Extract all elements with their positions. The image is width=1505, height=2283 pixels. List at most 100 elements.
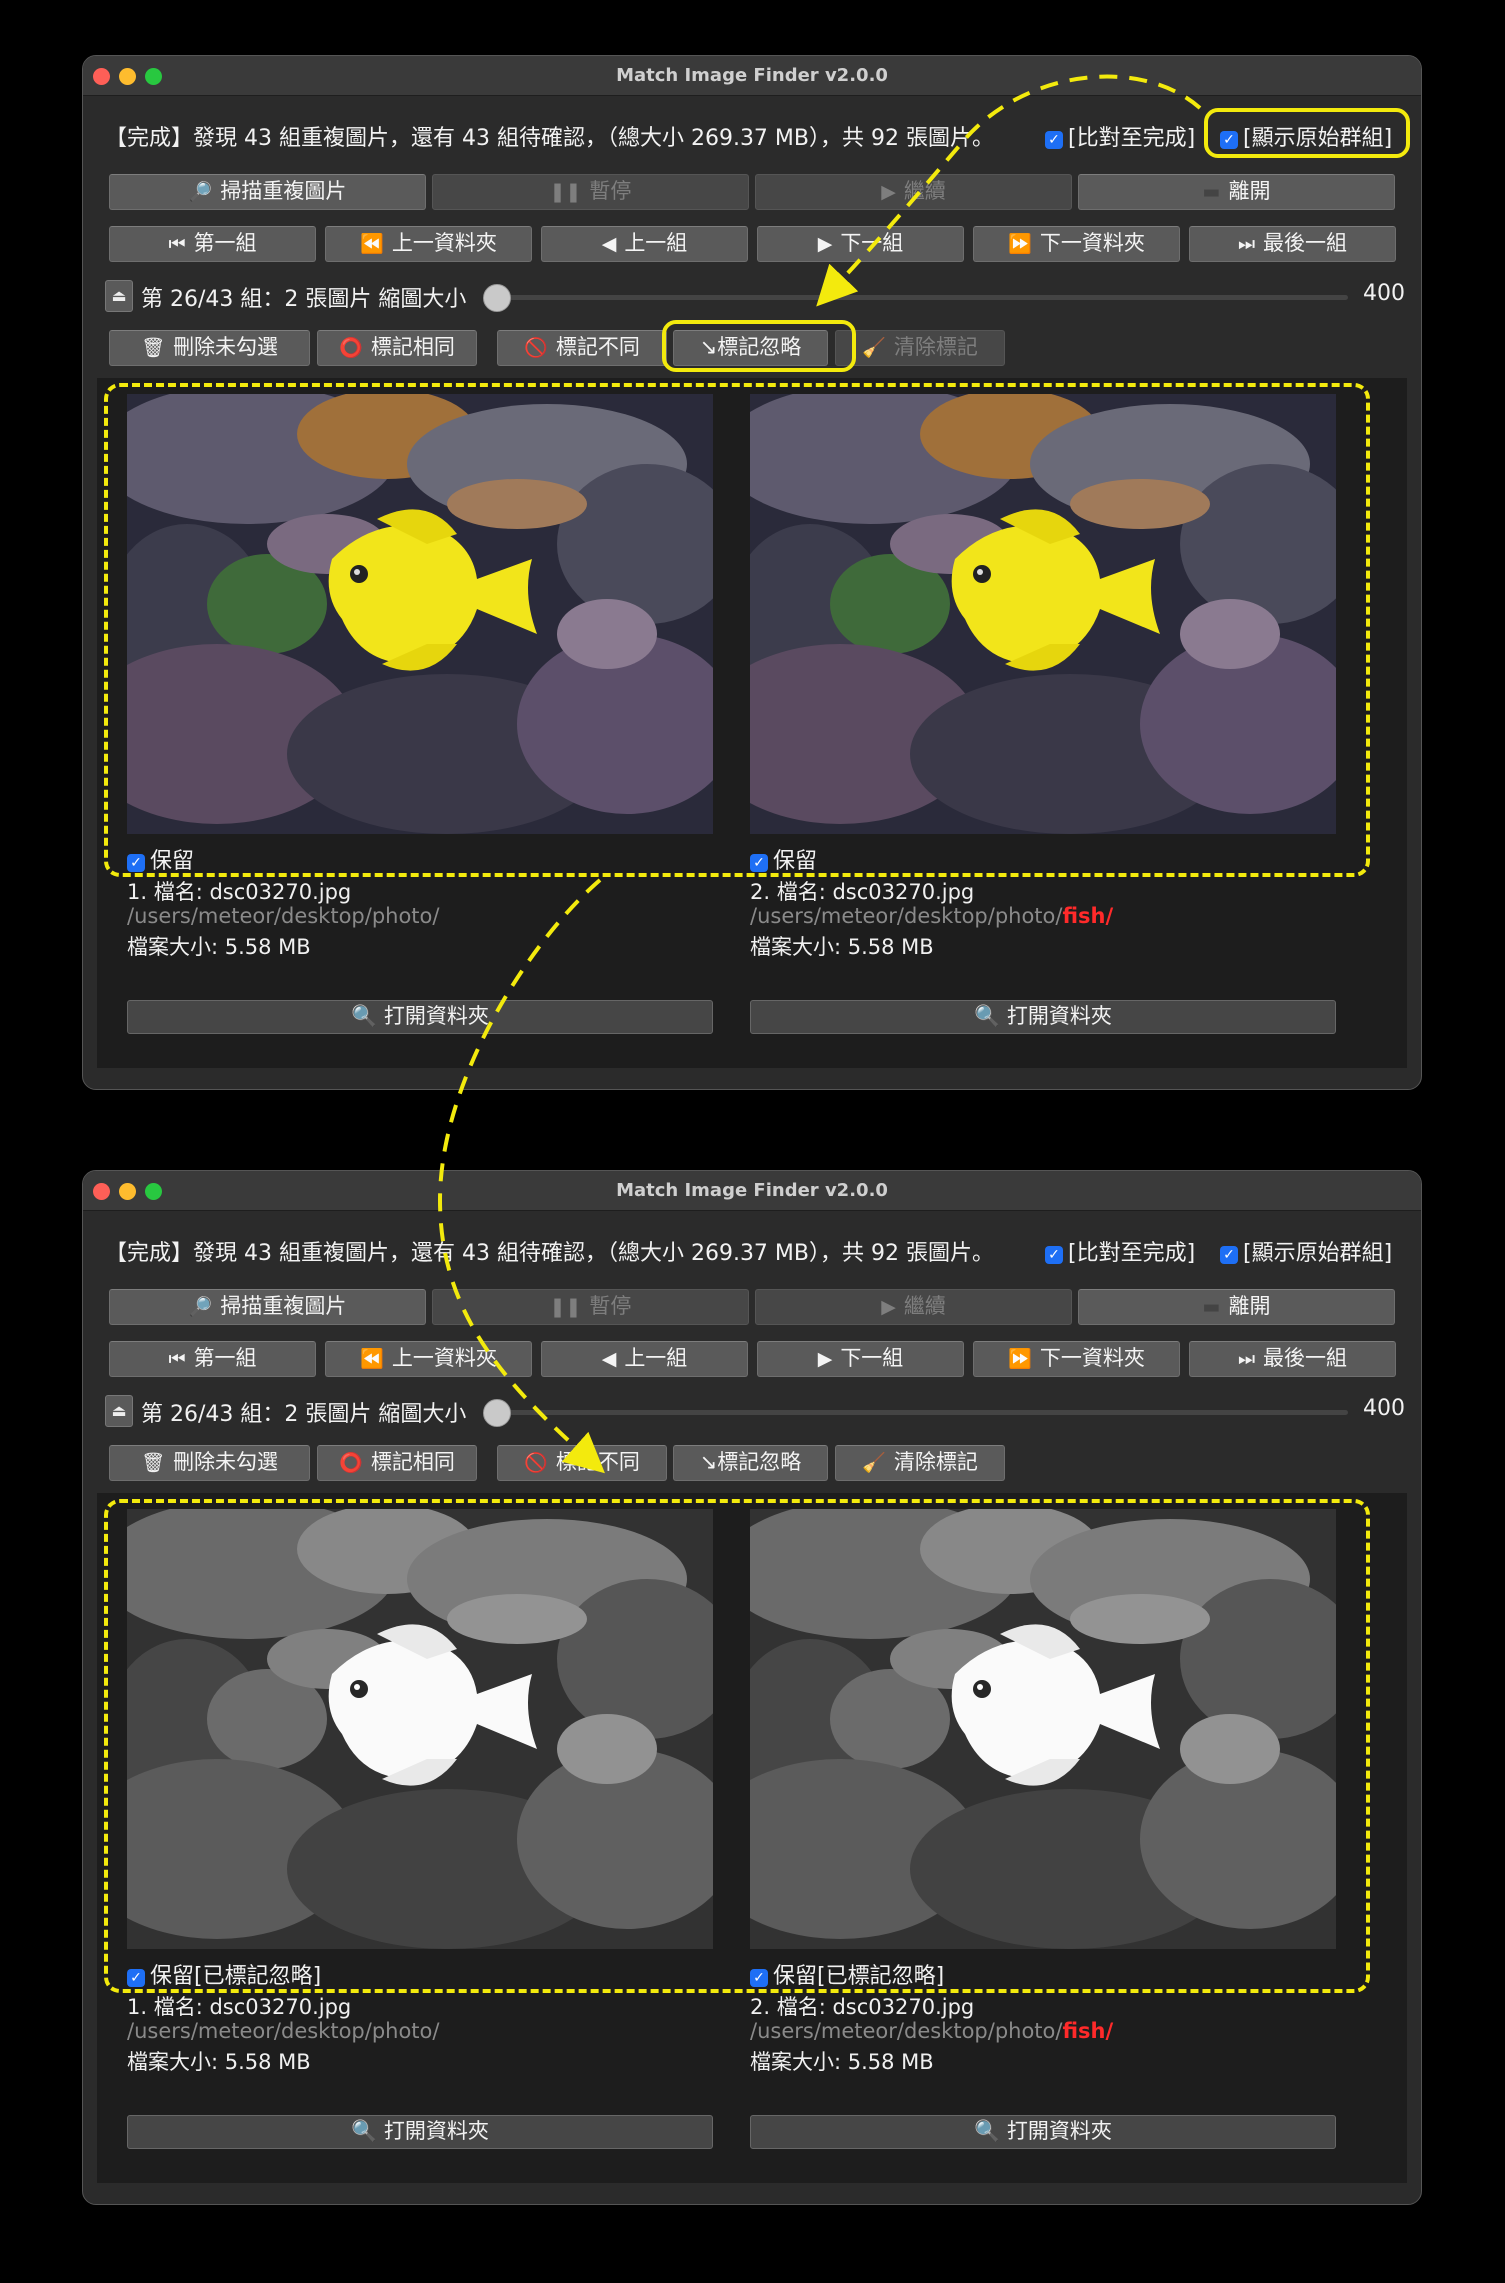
- button-label: 下一資料夾: [1039, 231, 1145, 255]
- file-path: /users/meteor/desktop/photo/fish/: [750, 904, 1113, 928]
- mark-ignore-button[interactable]: ↘標記忽略: [673, 1445, 828, 1481]
- slider-knob[interactable]: [483, 1399, 511, 1427]
- triangle-left-icon: ◀: [601, 1348, 617, 1370]
- eject-icon[interactable]: ⏏: [105, 280, 133, 312]
- next-folder-button[interactable]: ⏩ 下一資料夾: [973, 226, 1180, 262]
- fast-forward-icon: ⏩: [1008, 233, 1032, 255]
- scan-button[interactable]: 🔎 掃描重複圖片: [109, 1289, 426, 1325]
- prohibited-icon: 🚫: [524, 1452, 548, 1474]
- pause-icon: ❚❚: [549, 181, 582, 203]
- thumbnail-size-slider[interactable]: [488, 295, 1348, 300]
- title-bar: Match Image Finder v2.0.0: [83, 56, 1421, 96]
- button-label: 標記相同: [370, 1450, 455, 1474]
- thumbnail-size-value: 400: [1363, 281, 1405, 306]
- door-icon: ▬: [1202, 181, 1221, 203]
- play-icon: ▶: [881, 1296, 896, 1318]
- highlight-ring-show-groups: [1204, 108, 1410, 158]
- file-name: 2. 檔名: dsc03270.jpg: [750, 880, 975, 904]
- prev-group-button[interactable]: ◀ 上一組: [541, 1341, 748, 1377]
- broom-icon: 🧹: [862, 1452, 886, 1474]
- mark-same-button[interactable]: ⭕ 標記相同: [317, 330, 477, 366]
- next-group-button[interactable]: ▶ 下一組: [757, 226, 964, 262]
- file-name: 1. 檔名: dsc03270.jpg: [127, 880, 352, 904]
- highlight-ring-mark-ignore: [662, 320, 856, 372]
- first-group-button[interactable]: ⏮ 第一組: [109, 1341, 316, 1377]
- window-title: Match Image Finder v2.0.0: [616, 65, 888, 86]
- exit-button[interactable]: ▬ 離開: [1078, 1289, 1395, 1325]
- mark-different-button[interactable]: 🚫 標記不同: [497, 1445, 667, 1481]
- red-circle-icon: ⭕: [339, 1452, 363, 1474]
- prev-group-button[interactable]: ◀ 上一組: [541, 226, 748, 262]
- file-name: 1. 檔名: dsc03270.jpg: [127, 1995, 352, 2019]
- button-label: 第一組: [193, 1346, 257, 1370]
- button-label: 下一資料夾: [1039, 1346, 1145, 1370]
- button-label: 下一組: [840, 1346, 904, 1370]
- compare-until-done-checkbox[interactable]: ✓ [比對至完成]: [1045, 120, 1195, 152]
- magnifier-icon: 🔍: [351, 2119, 378, 2143]
- skip-last-icon: ⏭: [1237, 233, 1256, 255]
- eject-icon[interactable]: ⏏: [105, 1395, 133, 1427]
- compare-until-done-checkbox[interactable]: ✓ [比對至完成]: [1045, 1235, 1195, 1267]
- button-label: 下一組: [840, 231, 904, 255]
- button-label: 暫停: [589, 179, 632, 203]
- skip-first-icon: ⏮: [168, 233, 186, 255]
- resume-button[interactable]: ▶ 繼續: [755, 1289, 1072, 1325]
- first-group-button[interactable]: ⏮ 第一組: [109, 226, 316, 262]
- clear-marks-button[interactable]: 🧹 清除標記: [835, 1445, 1005, 1481]
- last-group-button[interactable]: ⏭ 最後一組: [1189, 1341, 1396, 1377]
- slider-knob[interactable]: [483, 284, 511, 312]
- clear-marks-button[interactable]: 🧹 清除標記: [835, 330, 1005, 366]
- resume-button[interactable]: ▶ 繼續: [755, 174, 1072, 210]
- next-folder-button[interactable]: ⏩ 下一資料夾: [973, 1341, 1180, 1377]
- delete-unchecked-button[interactable]: 🗑 刪除未勾選: [109, 1445, 310, 1481]
- checkbox-label: [比對至完成]: [1068, 126, 1196, 151]
- red-circle-icon: ⭕: [339, 337, 363, 359]
- path-highlight: fish/: [1062, 904, 1114, 928]
- highlight-images-after: [104, 1499, 1370, 1993]
- file-path: /users/meteor/desktop/photo/: [127, 904, 439, 928]
- path-text: /users/meteor/desktop/photo/: [750, 2019, 1063, 2043]
- prev-folder-button[interactable]: ⏪ 上一資料夾: [325, 226, 532, 262]
- button-label: 暫停: [589, 1294, 632, 1318]
- broom-icon: 🧹: [862, 337, 886, 359]
- delete-unchecked-button[interactable]: 🗑 刪除未勾選: [109, 330, 310, 366]
- mark-same-button[interactable]: ⭕ 標記相同: [317, 1445, 477, 1481]
- pause-button[interactable]: ❚❚ 暫停: [432, 174, 749, 210]
- file-size: 檔案大小: 5.58 MB: [127, 2050, 311, 2074]
- button-label: 掃描重複圖片: [220, 1294, 347, 1318]
- open-folder-button[interactable]: 🔍 打開資料夾: [127, 1000, 713, 1034]
- button-label: 標記相同: [370, 335, 455, 359]
- last-group-button[interactable]: ⏭ 最後一組: [1189, 226, 1396, 262]
- open-folder-button[interactable]: 🔍 打開資料夾: [127, 2115, 713, 2149]
- rewind-icon: ⏪: [360, 1348, 384, 1370]
- prev-folder-button[interactable]: ⏪ 上一資料夾: [325, 1341, 532, 1377]
- open-folder-button[interactable]: 🔍 打開資料夾: [750, 2115, 1336, 2149]
- pause-button[interactable]: ❚❚ 暫停: [432, 1289, 749, 1325]
- exit-button[interactable]: ▬ 離開: [1078, 174, 1395, 210]
- button-label: 打開資料夾: [383, 2119, 489, 2143]
- button-label: 掃描重複圖片: [220, 179, 347, 203]
- show-original-groups-checkbox[interactable]: ✓ [顯示原始群組]: [1220, 1235, 1392, 1267]
- file-size: 檔案大小: 5.58 MB: [127, 935, 311, 959]
- button-label: 清除標記: [893, 1450, 978, 1474]
- triangle-right-icon: ▶: [817, 233, 833, 255]
- button-label: 上一組: [624, 231, 688, 255]
- thumbnail-size-slider[interactable]: [488, 1410, 1348, 1415]
- button-label: 繼續: [903, 1294, 946, 1318]
- trash-icon: 🗑: [140, 1452, 166, 1474]
- button-label: 清除標記: [893, 335, 978, 359]
- button-label: 第一組: [193, 231, 257, 255]
- button-label: 刪除未勾選: [173, 335, 279, 359]
- highlight-images-before: [104, 383, 1370, 877]
- next-group-button[interactable]: ▶ 下一組: [757, 1341, 964, 1377]
- checkbox-label: [比對至完成]: [1068, 1241, 1196, 1266]
- open-folder-button[interactable]: 🔍 打開資料夾: [750, 1000, 1336, 1034]
- triangle-left-icon: ◀: [601, 233, 617, 255]
- mark-different-button[interactable]: 🚫 標記不同: [497, 330, 667, 366]
- checkmark-icon: ✓: [1045, 131, 1063, 149]
- path-highlight: fish/: [1062, 2019, 1114, 2043]
- scan-button[interactable]: 🔎 掃描重複圖片: [109, 174, 426, 210]
- button-label: 上一資料夾: [391, 231, 497, 255]
- file-size: 檔案大小: 5.58 MB: [750, 2050, 934, 2074]
- group-info: 第 26/43 組：2 張圖片 縮圖大小: [141, 1402, 467, 1427]
